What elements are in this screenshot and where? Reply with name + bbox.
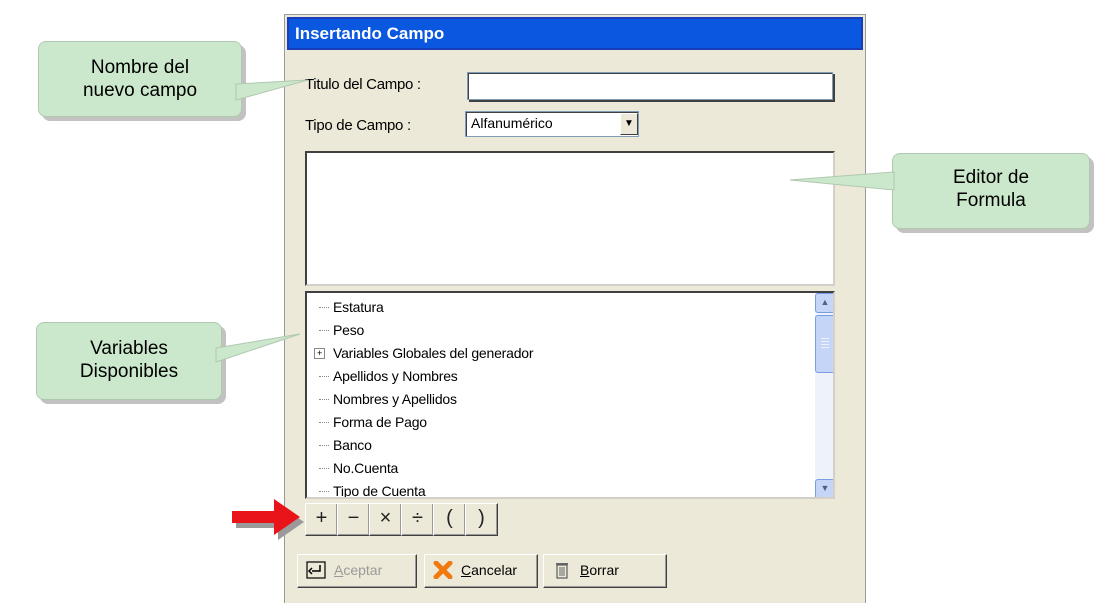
tipo-label: Tipo de Campo :: [305, 117, 411, 134]
callout-nombre-pointer: [235, 79, 309, 101]
callout-variables-line2: Disponibles: [79, 361, 179, 382]
tree-item-label: Banco: [333, 437, 372, 453]
tree-item-label: Apellidos y Nombres: [333, 368, 458, 384]
chevron-down-icon[interactable]: ▼: [620, 113, 638, 135]
close-paren-button[interactable]: ): [465, 503, 498, 536]
red-arrow-icon: [232, 499, 304, 540]
borrar-accel: B: [580, 562, 590, 578]
callout-editor: Editor de Formula: [892, 153, 1090, 229]
tree-item-label: Variables Globales del generador: [333, 345, 534, 361]
aceptar-accel: A: [334, 562, 344, 578]
operator-toolbar: + − × ÷ ( ): [305, 503, 501, 536]
tree-item[interactable]: Forma de Pago: [319, 411, 427, 433]
tree-item-label: Nombres y Apellidos: [333, 391, 457, 407]
cancelar-accel: C: [461, 562, 472, 578]
callout-editor-pointer: [789, 171, 895, 191]
divide-button[interactable]: ÷: [401, 503, 434, 536]
dialog-title: Insertando Campo: [287, 17, 863, 50]
tree-item[interactable]: Estatura: [319, 296, 384, 318]
borrar-button[interactable]: Borrar: [543, 554, 667, 588]
tree-item[interactable]: Peso: [319, 319, 365, 341]
cancel-x-icon: [433, 560, 453, 580]
trash-icon: [552, 561, 572, 579]
tipo-value: Alfanumérico: [471, 115, 553, 131]
multiply-button[interactable]: ×: [369, 503, 402, 536]
tree-item-label: Estatura: [333, 299, 384, 315]
callout-variables-pointer: [215, 333, 301, 363]
callout-nombre: Nombre del nuevo campo: [38, 41, 242, 117]
callout-editor-line2: Formula: [956, 190, 1026, 211]
tree-item[interactable]: + Variables Globales del generador: [314, 342, 534, 364]
aceptar-button[interactable]: Aceptar: [297, 554, 417, 588]
enter-icon: [306, 561, 326, 579]
tree-item-label: Peso: [333, 322, 365, 338]
callout-nombre-line1: Nombre del: [90, 57, 190, 78]
callout-variables-line1: Variables: [90, 338, 168, 359]
tree-item[interactable]: Banco: [319, 434, 372, 456]
scroll-thumb[interactable]: [815, 315, 833, 373]
callout-nombre-line2: nuevo campo: [82, 80, 198, 101]
cancelar-label: ancelar: [471, 562, 518, 578]
scroll-up-icon[interactable]: ▲: [815, 293, 833, 313]
tree-item-label: Tipo de Cuenta: [333, 483, 426, 499]
tipo-select[interactable]: Alfanumérico ▼: [465, 111, 639, 137]
cancelar-button[interactable]: Cancelar: [424, 554, 538, 588]
borrar-label: orrar: [589, 562, 619, 578]
callout-editor-line1: Editor de: [952, 167, 1030, 188]
scroll-down-icon[interactable]: ▼: [815, 479, 833, 497]
tree-item[interactable]: Nombres y Apellidos: [319, 388, 457, 410]
tree-item[interactable]: Apellidos y Nombres: [319, 365, 458, 387]
tree-item[interactable]: Tipo de Cuenta: [319, 480, 426, 499]
vertical-scrollbar[interactable]: ▲ ▼: [815, 293, 833, 497]
insertando-campo-dialog: Insertando Campo Titulo del Campo : Tipo…: [284, 14, 866, 603]
formula-editor[interactable]: [305, 151, 835, 286]
callout-variables: Variables Disponibles: [36, 322, 222, 400]
minus-button[interactable]: −: [337, 503, 370, 536]
plus-button[interactable]: +: [305, 503, 338, 536]
tree-item[interactable]: No.Cuenta: [319, 457, 399, 479]
open-paren-button[interactable]: (: [433, 503, 466, 536]
variables-tree[interactable]: Estatura Peso + Variables Globales del ge…: [305, 291, 835, 499]
expand-plus-icon[interactable]: +: [314, 348, 325, 359]
titulo-label: Titulo del Campo :: [305, 76, 421, 93]
aceptar-label: ceptar: [343, 562, 383, 578]
tree-item-label: No.Cuenta: [333, 460, 399, 476]
titulo-input[interactable]: [467, 72, 833, 100]
tree-item-label: Forma de Pago: [333, 414, 427, 430]
